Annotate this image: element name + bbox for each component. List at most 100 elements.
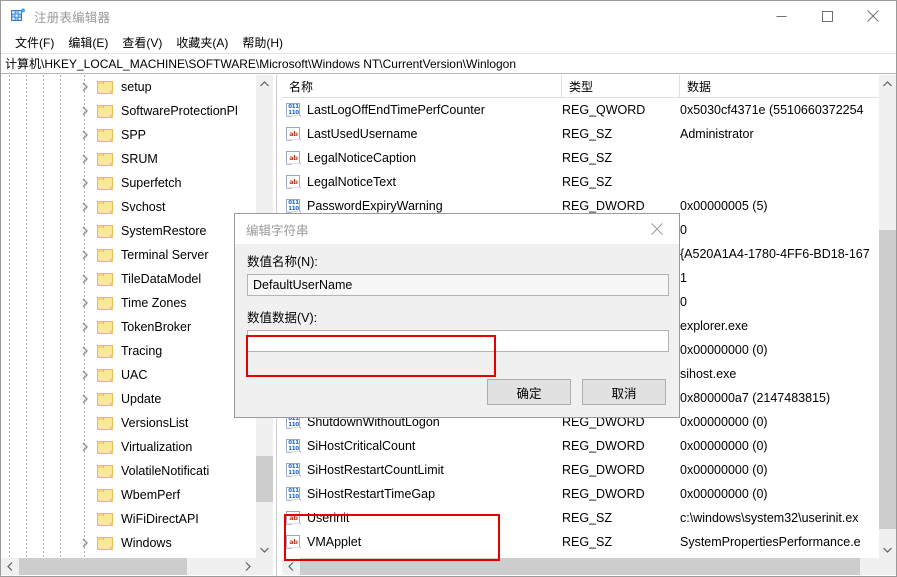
chevron-right-icon[interactable]: [79, 201, 91, 213]
ok-button[interactable]: 确定: [487, 379, 571, 405]
table-row[interactable]: 011 110 SiHostRestartTimeGap REG_DWORD 0x000…: [282, 482, 896, 506]
table-row[interactable]: ab LegalNoticeCaption REG_SZ: [282, 146, 896, 170]
tree-item-label: VersionsList: [121, 415, 189, 430]
folder-icon: [97, 440, 113, 454]
chevron-right-icon[interactable]: [79, 369, 91, 381]
table-row[interactable]: 011 110 SiHostRestartCountLimit REG_DWORD 0x…: [282, 458, 896, 482]
menu-favorites[interactable]: 收藏夹(A): [169, 32, 235, 53]
value-name-cell: 011 110 SiHostCriticalCount: [282, 439, 562, 453]
chevron-right-icon[interactable]: [79, 297, 91, 309]
address-bar[interactable]: 计算机\HKEY_LOCAL_MACHINE\SOFTWARE\Microsof…: [1, 53, 896, 74]
tree-item-label: Tracing: [121, 343, 163, 358]
value-data-label: 数值数据(V):: [247, 311, 318, 325]
table-row[interactable]: ab LegalNoticeText REG_SZ: [282, 170, 896, 194]
close-button[interactable]: [850, 1, 896, 31]
values-scroll-down-button[interactable]: [879, 541, 896, 558]
value-name-cell: 011 110 SiHostRestartCountLimit: [282, 463, 562, 477]
dialog-close-button[interactable]: [635, 214, 679, 244]
value-data-cell: 0x00000000 (0): [680, 415, 768, 429]
table-row[interactable]: ab Userinit REG_SZ c:\windows\system32\user…: [282, 506, 896, 530]
tree-item-srum[interactable]: SRUM: [1, 147, 256, 171]
registry-tree[interactable]: setup SoftwareProtectionPl SPP SRUM Superfet…: [1, 75, 256, 558]
tree-item-svchost[interactable]: Svchost: [1, 195, 256, 219]
tree-item-systemrestore[interactable]: SystemRestore: [1, 219, 256, 243]
chevron-right-icon[interactable]: [79, 225, 91, 237]
tree-item-label: Windows: [121, 535, 172, 550]
values-scroll-thumb[interactable]: [879, 230, 896, 529]
maximize-button[interactable]: [804, 1, 850, 31]
minimize-button[interactable]: [758, 1, 804, 31]
value-name-input[interactable]: [247, 274, 669, 296]
tree-item-versionslist[interactable]: VersionsList: [1, 411, 256, 435]
menu-edit[interactable]: 编辑(E): [61, 32, 115, 53]
value-data-cell: sihost.exe: [680, 367, 737, 381]
values-horizontal-scrollbar[interactable]: [282, 558, 879, 575]
value-name-text: PasswordExpiryWarning: [307, 199, 443, 213]
values-hscroll-thumb[interactable]: [300, 558, 860, 575]
folder-icon: [97, 80, 113, 94]
tree-item-spp[interactable]: SPP: [1, 123, 256, 147]
table-row[interactable]: ab VMApplet REG_SZ SystemPropertiesPerforma…: [282, 530, 896, 554]
menu-file[interactable]: 文件(F): [8, 32, 61, 53]
tree-item-tracing[interactable]: Tracing: [1, 339, 256, 363]
string-value-icon: ab: [286, 511, 301, 525]
tree-item-superfetch[interactable]: Superfetch: [1, 171, 256, 195]
window-title: 注册表编辑器: [34, 10, 111, 25]
tree-scroll-corner: [256, 558, 273, 575]
value-data-cell: 1: [680, 271, 687, 285]
tree-horizontal-scrollbar[interactable]: [1, 558, 256, 575]
value-data-cell: 0: [680, 223, 687, 237]
values-scroll-left-button[interactable]: [282, 558, 299, 575]
values-scroll-up-button[interactable]: [879, 75, 896, 92]
chevron-right-icon[interactable]: [79, 153, 91, 165]
chevron-right-icon[interactable]: [79, 177, 91, 189]
tree-scroll-up-button[interactable]: [256, 75, 273, 92]
menu-help[interactable]: 帮助(H): [235, 32, 290, 53]
chevron-right-icon[interactable]: [79, 105, 91, 117]
tree-item-label: Time Zones: [121, 295, 187, 310]
value-data-input[interactable]: [247, 330, 669, 352]
tree-item-volatilenotificati[interactable]: VolatileNotificati: [1, 459, 256, 483]
tree-scroll-thumb[interactable]: [256, 456, 273, 502]
chevron-right-icon[interactable]: [79, 345, 91, 357]
tree-item-softwareprotectionpl[interactable]: SoftwareProtectionPl: [1, 99, 256, 123]
cancel-button[interactable]: 取消: [582, 379, 666, 405]
chevron-right-icon[interactable]: [79, 81, 91, 93]
chevron-right-icon[interactable]: [79, 249, 91, 261]
table-row[interactable]: 011 110 LastLogOffEndTimePerfCounter REG_QW…: [282, 98, 896, 122]
table-row[interactable]: ab LastUsedUsername REG_SZ Administrator: [282, 122, 896, 146]
tree-item-terminal-server[interactable]: Terminal Server: [1, 243, 256, 267]
tree-hscroll-thumb[interactable]: [19, 558, 187, 575]
tree-scroll-right-button[interactable]: [239, 558, 256, 575]
tree-item-setup[interactable]: setup: [1, 75, 256, 99]
value-data-cell: 0x00000000 (0): [680, 463, 768, 477]
menu-view[interactable]: 查看(V): [115, 32, 169, 53]
tree-item-tokenbroker[interactable]: TokenBroker: [1, 315, 256, 339]
column-header-name[interactable]: 名称: [282, 75, 562, 98]
chevron-right-icon[interactable]: [79, 441, 91, 453]
tree-item-virtualization[interactable]: Virtualization: [1, 435, 256, 459]
chevron-right-icon[interactable]: [79, 273, 91, 285]
tree-item-wbemperf[interactable]: WbemPerf: [1, 483, 256, 507]
value-type-cell: REG_SZ: [562, 127, 613, 141]
tree-scroll-down-button[interactable]: [256, 541, 273, 558]
tree-item-update[interactable]: Update: [1, 387, 256, 411]
tree-item-tiledatamodel[interactable]: TileDataModel: [1, 267, 256, 291]
table-row[interactable]: 011 110 SiHostCriticalCount REG_DWORD 0x0000…: [282, 434, 896, 458]
tree-item-wifidirectapi[interactable]: WiFiDirectAPI: [1, 507, 256, 531]
tree-item-time-zones[interactable]: Time Zones: [1, 291, 256, 315]
tree-item-uac[interactable]: UAC: [1, 363, 256, 387]
chevron-right-icon[interactable]: [79, 129, 91, 141]
folder-icon: [97, 416, 113, 430]
folder-icon: [97, 248, 113, 262]
binary-value-icon: 011110: [286, 439, 301, 453]
chevron-right-icon[interactable]: [79, 537, 91, 549]
chevron-right-icon[interactable]: [79, 393, 91, 405]
chevron-right-icon[interactable]: [79, 321, 91, 333]
values-vertical-scrollbar[interactable]: [879, 75, 896, 558]
tree-guide-lines: [1, 459, 97, 483]
column-header-data[interactable]: 数据: [680, 75, 860, 98]
tree-scroll-left-button[interactable]: [1, 558, 18, 575]
tree-item-windows[interactable]: Windows: [1, 531, 256, 555]
column-header-type[interactable]: 类型: [562, 75, 680, 98]
